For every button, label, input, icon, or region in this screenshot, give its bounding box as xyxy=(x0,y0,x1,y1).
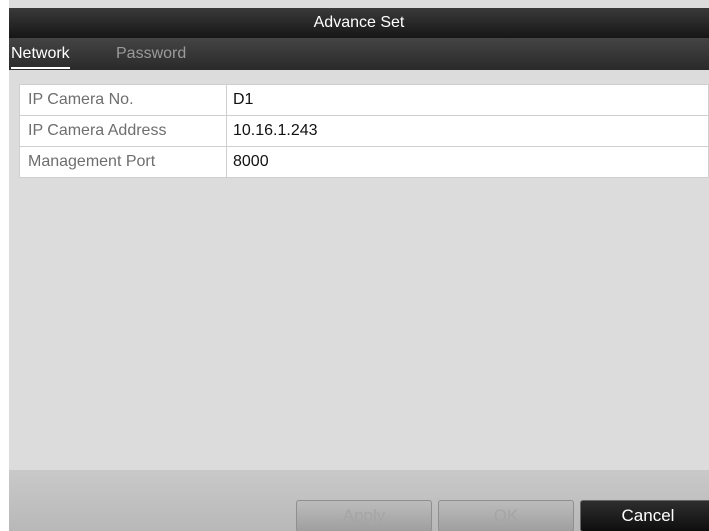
table-row: Management Port 8000 xyxy=(19,146,709,178)
ip-camera-address-field[interactable]: 10.16.1.243 xyxy=(226,115,709,147)
settings-panel: IP Camera No. D1 IP Camera Address 10.16… xyxy=(9,70,709,470)
tab-network[interactable]: Network xyxy=(11,44,70,69)
tab-password[interactable]: Password xyxy=(116,44,186,64)
ip-camera-no-label: IP Camera No. xyxy=(19,84,227,116)
table-row: IP Camera No. D1 xyxy=(19,84,709,116)
button-bar: Apply OK Cancel xyxy=(9,470,709,531)
settings-table: IP Camera No. D1 IP Camera Address 10.16… xyxy=(19,84,709,178)
management-port-label: Management Port xyxy=(19,146,227,178)
advance-set-dialog: Advance Set Network Password IP Camera N… xyxy=(9,0,709,531)
ip-camera-no-field[interactable]: D1 xyxy=(226,84,709,116)
ok-button[interactable]: OK xyxy=(438,500,574,531)
management-port-field[interactable]: 8000 xyxy=(226,146,709,178)
dialog-title: Advance Set xyxy=(9,8,709,38)
tab-bar: Network Password xyxy=(9,38,709,70)
apply-button[interactable]: Apply xyxy=(296,500,432,531)
cancel-button[interactable]: Cancel xyxy=(580,500,709,531)
ip-camera-address-label: IP Camera Address xyxy=(19,115,227,147)
table-row: IP Camera Address 10.16.1.243 xyxy=(19,115,709,147)
